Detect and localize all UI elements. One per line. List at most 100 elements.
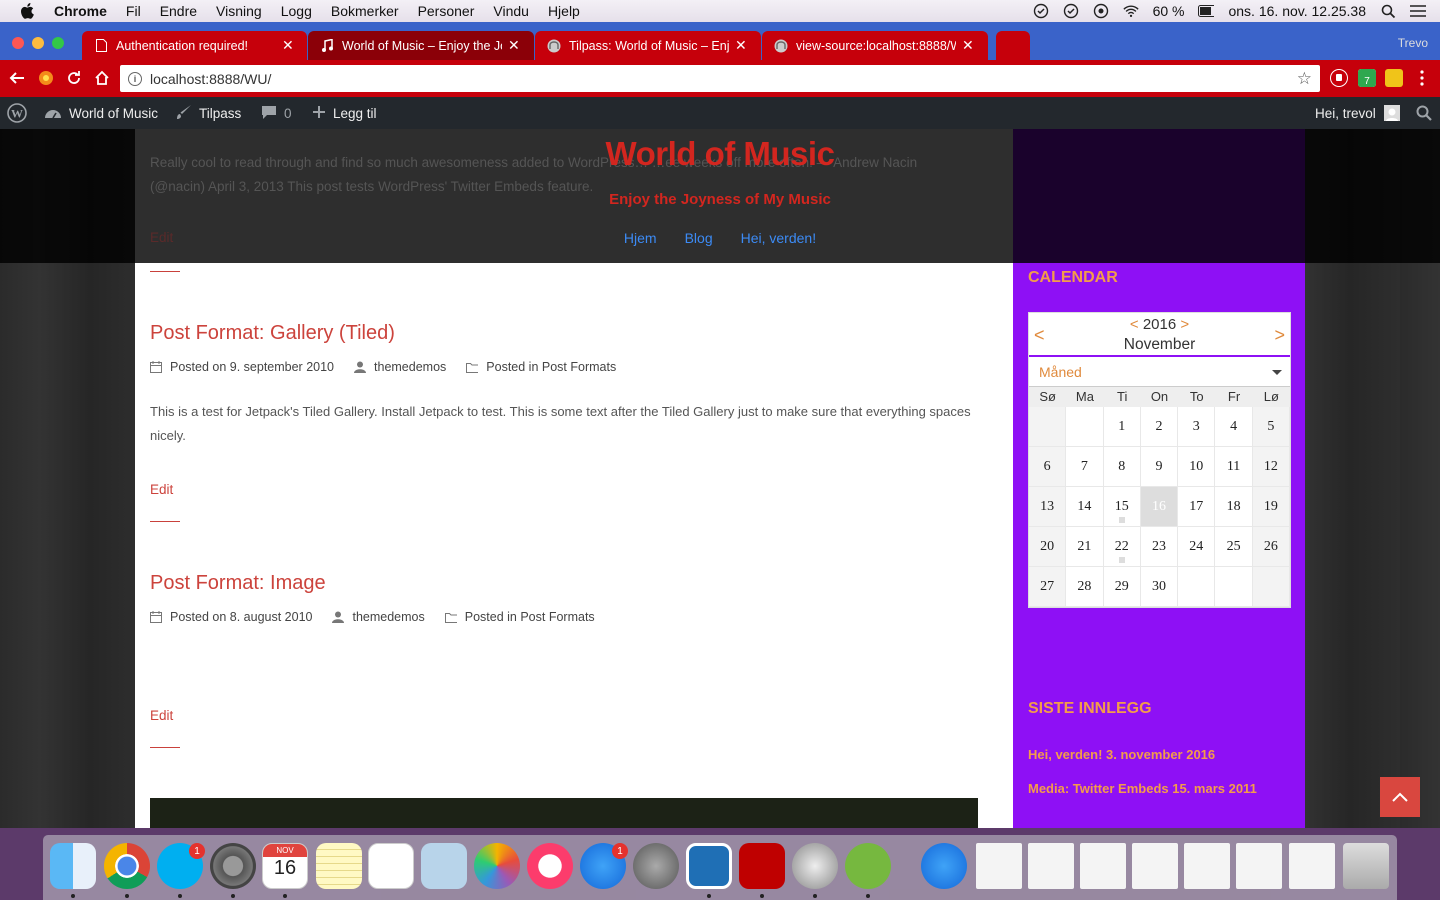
chrome-window-thumbnail[interactable] bbox=[1028, 843, 1074, 889]
tab-authentication[interactable]: Authentication required! ✕ bbox=[82, 31, 307, 60]
menu-app-name[interactable]: Chrome bbox=[54, 3, 107, 19]
sourcetree-icon[interactable] bbox=[686, 843, 732, 889]
nav-item-blog[interactable]: Blog bbox=[685, 230, 713, 246]
calendar-day[interactable]: 20 bbox=[1029, 527, 1067, 567]
admin-comments-link[interactable]: 0 bbox=[261, 97, 292, 129]
site-title[interactable]: World of Music bbox=[0, 135, 1440, 173]
profile-name[interactable]: Trevo bbox=[1398, 36, 1428, 50]
home-icon[interactable] bbox=[91, 67, 113, 89]
app-store-folder-icon[interactable] bbox=[921, 843, 967, 889]
calendar-day[interactable]: 30 bbox=[1140, 567, 1179, 607]
sync-icon[interactable] bbox=[1093, 3, 1109, 19]
reload-icon[interactable] bbox=[63, 67, 85, 89]
recent-post-link[interactable]: Media: Twitter Embeds 15. mars 2011 bbox=[1028, 781, 1257, 796]
site-info-icon[interactable]: i bbox=[128, 71, 142, 86]
menu-history[interactable]: Logg bbox=[281, 3, 312, 19]
calendar-day[interactable]: 21 bbox=[1066, 527, 1104, 567]
notes-icon[interactable] bbox=[316, 843, 362, 889]
calendar-day[interactable]: 18 bbox=[1215, 487, 1253, 527]
apple-menu-icon[interactable] bbox=[20, 3, 36, 19]
calendar-day[interactable]: 26 bbox=[1252, 527, 1290, 567]
tab-close-icon[interactable]: ✕ bbox=[962, 37, 974, 54]
app-window-thumbnail[interactable] bbox=[1236, 843, 1282, 889]
menu-bookmarks[interactable]: Bokmerker bbox=[331, 3, 399, 19]
utorrent-window-thumbnail[interactable] bbox=[1184, 843, 1230, 889]
calendar-day[interactable]: 3 bbox=[1178, 407, 1216, 447]
launchpad-icon[interactable] bbox=[633, 843, 679, 889]
calendar-day[interactable]: 28 bbox=[1066, 567, 1104, 607]
todo-extension-icon[interactable] bbox=[1385, 69, 1403, 87]
address-url[interactable]: localhost:8888/WU/ bbox=[150, 71, 271, 87]
fire-extension-icon[interactable] bbox=[35, 67, 57, 89]
calendar-day[interactable]: 19 bbox=[1252, 487, 1290, 527]
post-title-link[interactable]: Post Format: Gallery (Tiled) bbox=[150, 322, 395, 345]
calendar-day[interactable]: 23 bbox=[1140, 527, 1179, 567]
calendar-day[interactable]: 17 bbox=[1178, 487, 1216, 527]
calendar-next-month[interactable]: > bbox=[1274, 325, 1285, 346]
calendar-next-year[interactable]: > bbox=[1180, 316, 1189, 333]
ublock-extension-icon[interactable] bbox=[1330, 69, 1348, 87]
notification-center-icon[interactable] bbox=[1410, 3, 1426, 19]
calendar-day[interactable]: 2 bbox=[1140, 407, 1179, 447]
preview-icon[interactable] bbox=[421, 843, 467, 889]
post-edit-link[interactable]: Edit bbox=[150, 482, 173, 497]
menubar-clock[interactable]: ons. 16. nov. 12.25.38 bbox=[1228, 3, 1366, 19]
reminders-icon[interactable] bbox=[368, 843, 414, 889]
system-preferences-icon[interactable] bbox=[210, 843, 256, 889]
post-date[interactable]: Posted on 8. august 2010 bbox=[170, 610, 312, 624]
calendar-day[interactable]: 8 bbox=[1103, 447, 1141, 487]
calendar-day[interactable]: 25 bbox=[1215, 527, 1253, 567]
post-title-link[interactable]: Post Format: Image bbox=[150, 572, 326, 595]
window-minimize-button[interactable] bbox=[32, 37, 44, 49]
calendar-day[interactable]: 22 bbox=[1103, 527, 1141, 567]
tab-close-icon[interactable]: ✕ bbox=[508, 37, 520, 54]
filezilla-window-thumbnail[interactable] bbox=[976, 843, 1022, 889]
admin-account-link[interactable]: Hei, trevol bbox=[1315, 97, 1400, 129]
menu-edit[interactable]: Endre bbox=[160, 3, 197, 19]
window-close-button[interactable] bbox=[12, 37, 24, 49]
menu-window[interactable]: Vindu bbox=[493, 3, 529, 19]
admin-site-link[interactable]: World of Music bbox=[44, 97, 158, 129]
post-edit-link[interactable]: Edit bbox=[150, 708, 173, 723]
calendar-day[interactable]: 27 bbox=[1029, 567, 1067, 607]
calendar-day[interactable]: 14 bbox=[1066, 487, 1104, 527]
calendar-day[interactable]: 1 bbox=[1103, 407, 1141, 447]
calendar-day[interactable]: 6 bbox=[1029, 447, 1067, 487]
post-date[interactable]: Posted on 9. september 2010 bbox=[170, 360, 334, 374]
post-author[interactable]: themedemos bbox=[352, 610, 424, 624]
calendar-window-thumbnail[interactable] bbox=[1289, 843, 1335, 889]
tab-close-icon[interactable]: ✕ bbox=[282, 37, 294, 54]
check-badge-icon[interactable] bbox=[1033, 3, 1049, 19]
trash-icon[interactable] bbox=[1343, 843, 1389, 889]
back-arrow-icon[interactable] bbox=[6, 67, 28, 89]
finder-icon[interactable] bbox=[50, 843, 96, 889]
checkmark-circle-icon[interactable] bbox=[1063, 3, 1079, 19]
menu-view[interactable]: Visning bbox=[216, 3, 262, 19]
chrome-window-thumbnail[interactable] bbox=[1080, 843, 1126, 889]
post-author[interactable]: themedemos bbox=[374, 360, 446, 374]
new-tab-button[interactable] bbox=[996, 31, 1030, 60]
calendar-prev-year[interactable]: < bbox=[1130, 316, 1139, 333]
filezilla-icon[interactable] bbox=[739, 843, 785, 889]
calendar-day[interactable]: 24 bbox=[1178, 527, 1216, 567]
battery-icon[interactable] bbox=[1198, 3, 1215, 19]
wifi-icon[interactable] bbox=[1122, 3, 1139, 19]
utorrent-icon[interactable] bbox=[845, 843, 891, 889]
calendar-view-select[interactable]: Måned bbox=[1029, 357, 1290, 387]
menu-file[interactable]: Fil bbox=[126, 3, 141, 19]
itunes-icon[interactable] bbox=[527, 843, 573, 889]
post-featured-image[interactable] bbox=[150, 798, 978, 828]
admin-customize-link[interactable]: Tilpass bbox=[176, 97, 241, 129]
admin-search-icon[interactable] bbox=[1416, 97, 1432, 129]
mamp-window-thumbnail[interactable] bbox=[1132, 843, 1178, 889]
calendar-day[interactable]: 4 bbox=[1215, 407, 1253, 447]
calendar-day[interactable]: 5 bbox=[1252, 407, 1290, 447]
tab-view-source[interactable]: view-source:localhost:8888/W ✕ bbox=[762, 31, 988, 60]
tab-customize[interactable]: Tilpass: World of Music – Enjoy ✕ bbox=[535, 31, 761, 60]
calendar-day[interactable]: 12 bbox=[1252, 447, 1290, 487]
calendar-day[interactable]: 13 bbox=[1029, 487, 1067, 527]
calendar-day[interactable]: 9 bbox=[1140, 447, 1179, 487]
nav-item-home[interactable]: Hjem bbox=[624, 230, 657, 246]
window-zoom-button[interactable] bbox=[52, 37, 64, 49]
post-category[interactable]: Posted in Post Formats bbox=[486, 360, 616, 374]
